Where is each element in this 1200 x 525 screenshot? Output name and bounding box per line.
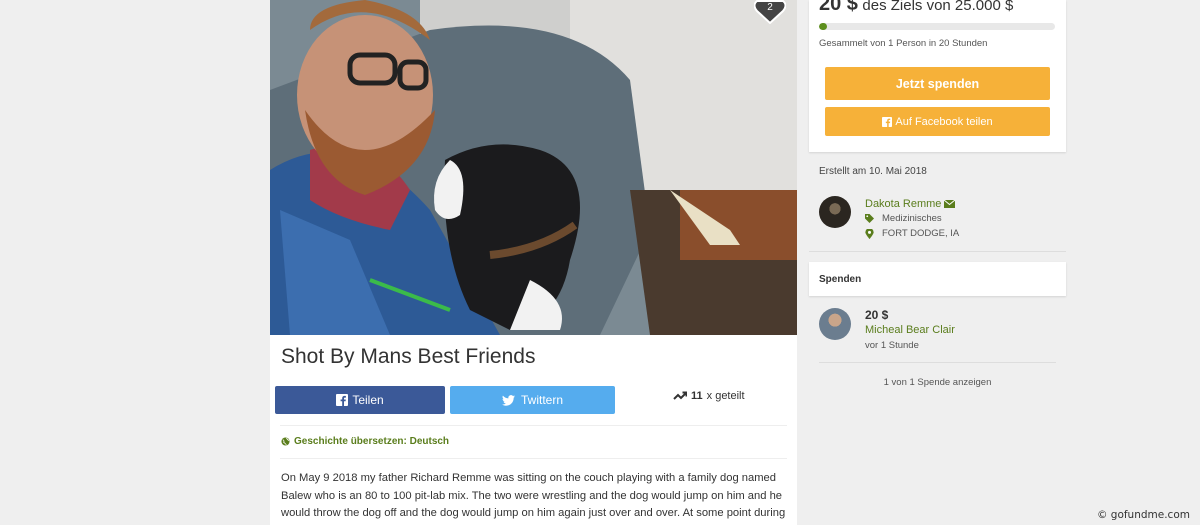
organizer-avatar[interactable] [819, 196, 851, 228]
twitter-share-label: Twittern [520, 393, 563, 407]
map-marker-icon [865, 228, 874, 239]
donations-heading: Spenden [819, 274, 862, 285]
organizer-location: FORT DODGE, IA [865, 228, 959, 239]
organizer-location-label: FORT DODGE, IA [882, 228, 960, 239]
organizer-category: Medizinisches [865, 213, 942, 224]
facebook-share-button[interactable]: Teilen [275, 386, 445, 414]
divider [809, 251, 1066, 252]
twitter-icon [501, 394, 515, 406]
show-donations-link[interactable]: 1 von 1 Spende anzeigen [809, 377, 1066, 388]
donor-name[interactable]: Micheal Bear Clair [865, 324, 955, 336]
donation-panel: 20 $ des Ziels von 25.000 $ Gesammelt vo… [809, 0, 1066, 152]
translate-story-link[interactable]: Geschichte übersetzen: Deutsch [281, 436, 449, 447]
twitter-share-button[interactable]: Twittern [450, 386, 615, 414]
envelope-icon[interactable] [944, 200, 956, 208]
donations-header: Spenden [809, 262, 1066, 296]
share-counter: 11 x geteilt [673, 390, 745, 402]
globe-icon [281, 437, 290, 446]
source-watermark: © gofundme.com [1096, 509, 1190, 521]
goal-text: des Ziels von 25.000 $ [862, 0, 1014, 14]
organizer-name: Dakota Remme [865, 198, 942, 210]
collected-summary: Gesammelt von 1 Person in 20 Stunden [819, 38, 988, 49]
organizer-name-link[interactable]: Dakota Remme [865, 198, 956, 210]
goal-progress-bar [819, 23, 1055, 30]
tag-icon [865, 214, 874, 223]
share-count-suffix: x geteilt [706, 390, 745, 402]
facebook-share-label: Teilen [352, 393, 384, 407]
facebook-share-sidebar-button[interactable]: Auf Facebook teilen [825, 107, 1050, 136]
divider [280, 458, 787, 459]
campaign-story: On May 9 2018 my father Richard Remme wa… [281, 472, 786, 519]
facebook-icon [336, 394, 349, 406]
goal-summary: 20 $ des Ziels von 25.000 $ [819, 0, 1013, 16]
share-count-number: 11 [691, 390, 703, 402]
created-date: Erstellt am 10. Mai 2018 [819, 166, 927, 177]
heart-count: 2 [767, 2, 773, 13]
donation-time: vor 1 Stunde [865, 340, 919, 351]
donate-now-button[interactable]: Jetzt spenden [825, 67, 1050, 100]
divider [819, 362, 1056, 363]
raised-amount: 20 $ [819, 0, 858, 15]
campaign-title: Shot By Mans Best Friends [281, 345, 536, 368]
donation-amount: 20 $ [865, 308, 889, 322]
goal-progress-fill [819, 23, 828, 30]
campaign-photo-illustration [270, 0, 797, 335]
trending-up-icon [673, 391, 687, 400]
organizer-category-label: Medizinisches [882, 213, 942, 224]
donor-avatar [819, 308, 851, 340]
translate-story-label: Geschichte übersetzen: Deutsch [294, 436, 450, 447]
campaign-card: Shot By Mans Best Friends Teilen Twitter… [270, 0, 797, 525]
campaign-photo [270, 0, 797, 335]
heart-counter[interactable]: 2 [753, 0, 787, 25]
facebook-icon [882, 116, 893, 127]
facebook-share-sidebar-label: Auf Facebook teilen [895, 115, 993, 128]
divider [280, 425, 787, 426]
